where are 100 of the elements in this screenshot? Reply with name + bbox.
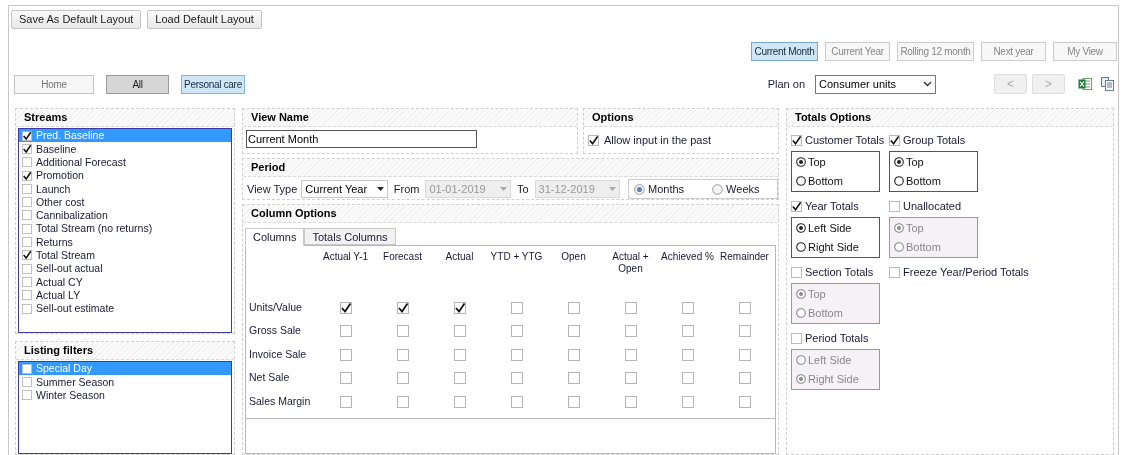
checkbox[interactable] xyxy=(738,348,751,361)
layout-button[interactable]: Load Default Layout xyxy=(147,10,262,29)
checkbox[interactable] xyxy=(22,143,32,154)
list-item[interactable]: Cannibalization xyxy=(19,208,231,223)
checkbox[interactable] xyxy=(681,348,694,361)
checkbox[interactable] xyxy=(396,325,409,338)
checkbox[interactable] xyxy=(510,395,523,408)
radio-button[interactable] xyxy=(796,288,806,299)
checkbox[interactable] xyxy=(624,395,637,408)
list-item[interactable]: Sell-out actual xyxy=(19,261,231,276)
period-button[interactable]: My View xyxy=(1053,42,1117,61)
checkbox[interactable] xyxy=(22,376,32,387)
scope-button[interactable]: Personal care xyxy=(181,74,245,94)
list-item[interactable]: Actual CY xyxy=(19,275,231,289)
list-item[interactable]: Winter Season xyxy=(19,388,231,402)
checkbox[interactable] xyxy=(567,395,580,408)
checkbox[interactable] xyxy=(396,372,409,385)
radio-button[interactable] xyxy=(634,183,645,195)
checkbox[interactable] xyxy=(567,325,580,338)
checkbox[interactable] xyxy=(738,372,751,385)
radio-button[interactable] xyxy=(796,374,806,385)
checkbox[interactable] xyxy=(396,301,409,314)
checkbox[interactable] xyxy=(738,301,751,314)
checkbox[interactable] xyxy=(791,332,802,344)
checkbox[interactable] xyxy=(339,348,352,361)
period-button[interactable]: Rolling 12 month xyxy=(897,42,974,61)
checkbox[interactable] xyxy=(22,390,32,401)
checkbox[interactable] xyxy=(889,200,900,212)
checkbox[interactable] xyxy=(681,301,694,314)
list-item[interactable]: Total Stream (no returns) xyxy=(19,222,231,236)
radio-button[interactable] xyxy=(796,308,806,319)
list-item[interactable]: Promotion xyxy=(19,168,231,183)
list-item[interactable]: Baseline xyxy=(19,142,231,156)
checkbox[interactable] xyxy=(396,348,409,361)
checkbox[interactable] xyxy=(567,348,580,361)
checkbox[interactable] xyxy=(453,325,466,338)
checkbox[interactable] xyxy=(889,266,900,278)
checkbox[interactable] xyxy=(396,395,409,408)
radio-button[interactable] xyxy=(796,242,806,253)
radio-button[interactable] xyxy=(894,242,904,253)
checkbox[interactable] xyxy=(22,237,32,247)
checkbox[interactable] xyxy=(339,395,352,408)
checkbox[interactable] xyxy=(791,266,802,278)
radio-button[interactable] xyxy=(894,176,904,187)
list-item[interactable]: Returns xyxy=(19,235,231,249)
list-item[interactable]: Summer Season xyxy=(19,375,231,389)
checkbox[interactable] xyxy=(738,395,751,408)
checkbox[interactable] xyxy=(22,183,32,194)
list-item[interactable]: Launch xyxy=(19,182,231,196)
checkbox[interactable] xyxy=(22,157,32,168)
radio-button[interactable] xyxy=(894,156,904,167)
checkbox[interactable] xyxy=(453,372,466,385)
checkbox[interactable] xyxy=(681,325,694,338)
checkbox[interactable] xyxy=(624,372,637,385)
tab[interactable]: Totals Columns xyxy=(304,228,396,245)
plan-on-dropdown[interactable]: Consumer units xyxy=(815,74,936,94)
list-item[interactable]: Other cost xyxy=(19,195,231,209)
checkbox[interactable] xyxy=(624,301,637,314)
checkbox[interactable] xyxy=(22,276,32,287)
checkbox[interactable] xyxy=(22,303,32,314)
list-item[interactable]: Actual LY xyxy=(19,288,231,302)
radio-button[interactable] xyxy=(796,222,806,233)
checkbox[interactable] xyxy=(681,395,694,408)
checkbox[interactable] xyxy=(22,363,32,374)
checkbox[interactable] xyxy=(567,372,580,385)
checkbox[interactable] xyxy=(510,301,523,314)
checkbox[interactable] xyxy=(681,372,694,385)
list-item[interactable]: Total Stream xyxy=(19,248,231,262)
period-button[interactable]: Current Year xyxy=(825,42,890,61)
layout-button[interactable]: Save As Default Layout xyxy=(11,10,142,29)
checkbox[interactable] xyxy=(22,290,32,301)
period-button[interactable]: Next year xyxy=(981,42,1046,61)
checkbox[interactable] xyxy=(791,134,802,146)
copy-icon[interactable] xyxy=(1101,77,1114,91)
view-name-field[interactable]: Current Month xyxy=(246,130,477,148)
checkbox[interactable] xyxy=(453,301,466,314)
radio-button[interactable] xyxy=(796,354,806,365)
checkbox[interactable] xyxy=(22,170,32,181)
checkbox[interactable] xyxy=(510,325,523,338)
checkbox[interactable] xyxy=(567,301,580,314)
list-item[interactable]: Sell-out estimate xyxy=(19,301,231,316)
radio-button[interactable] xyxy=(712,183,724,195)
checkbox[interactable] xyxy=(22,210,32,221)
scope-button[interactable]: Home xyxy=(14,74,94,94)
spreadsheet-icon[interactable] xyxy=(1078,77,1092,91)
checkbox[interactable] xyxy=(624,348,637,361)
checkbox[interactable] xyxy=(791,200,802,212)
scope-button[interactable]: All xyxy=(106,74,169,94)
checkbox[interactable] xyxy=(453,348,466,361)
checkbox[interactable] xyxy=(624,325,637,338)
list-item[interactable]: Additional Forecast xyxy=(19,155,231,169)
view-type-dropdown[interactable]: Current Year xyxy=(301,180,388,198)
radio-button[interactable] xyxy=(796,156,806,167)
checkbox[interactable] xyxy=(22,130,32,141)
checkbox[interactable] xyxy=(339,325,352,338)
checkbox[interactable] xyxy=(510,372,523,385)
radio-button[interactable] xyxy=(796,176,806,187)
checkbox[interactable] xyxy=(22,197,32,208)
checkbox[interactable] xyxy=(339,372,352,385)
checkbox[interactable] xyxy=(588,134,599,146)
